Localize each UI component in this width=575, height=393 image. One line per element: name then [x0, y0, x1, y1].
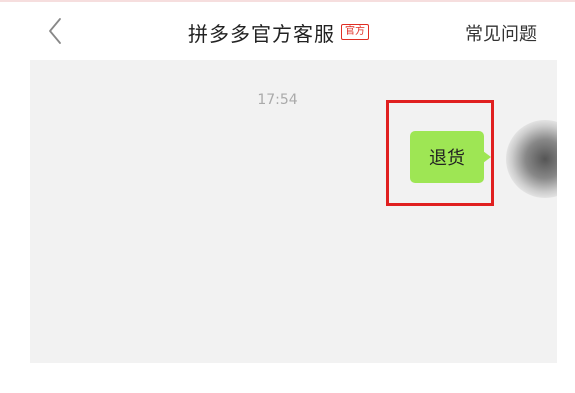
nav-header: 拼多多官方客服 官方 常见问题 — [0, 2, 575, 60]
back-button[interactable] — [40, 16, 70, 46]
official-badge: 官方 — [341, 24, 369, 40]
chevron-left-icon — [49, 18, 61, 44]
page-title: 拼多多官方客服 — [188, 21, 335, 46]
avatar[interactable] — [506, 120, 557, 198]
header-title-group: 拼多多官方客服 官方 — [188, 18, 369, 46]
highlight-annotation — [386, 100, 494, 206]
faq-button[interactable]: 常见问题 — [465, 20, 537, 46]
